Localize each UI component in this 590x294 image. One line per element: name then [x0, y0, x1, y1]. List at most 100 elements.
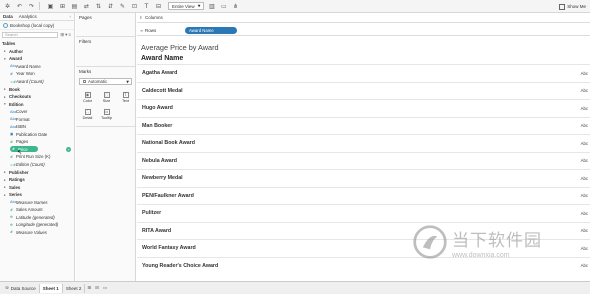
field-item[interactable]: # Price + ↖ — [0, 146, 74, 156]
field-label: Latitude (generated) — [16, 214, 55, 220]
table-item[interactable]: ▸ Sales — [0, 183, 74, 191]
save-icon[interactable]: ▣ — [46, 2, 55, 11]
new-dashboard-icon[interactable]: ⊟ — [95, 286, 99, 291]
new-datasource-icon[interactable]: ⊞ — [58, 2, 67, 11]
table-label: Award — [9, 56, 23, 62]
share-icon[interactable]: ⋔ — [231, 2, 240, 11]
table-item[interactable]: ▸ Publisher — [0, 168, 74, 176]
field-item[interactable]: Abc Measure Names — [0, 198, 74, 206]
new-story-icon[interactable]: ▭ — [103, 286, 107, 291]
cards-column: Pages Filters Marks Automatic ▼ ◉ Color ◌ S… — [76, 13, 136, 281]
tab-analytics[interactable]: Analytics — [16, 13, 40, 20]
field-item[interactable]: # Year Won — [0, 70, 74, 78]
table-item[interactable]: ▸ Ratings — [0, 176, 74, 184]
field-item[interactable]: ⊕ Longitude (generated) — [0, 221, 74, 229]
tab-data[interactable]: Data — [0, 13, 16, 20]
table-row[interactable]: Caldecott Medal Abc — [137, 81, 590, 100]
filters-card[interactable]: Filters — [76, 37, 135, 67]
label-icon[interactable]: T — [142, 2, 151, 11]
rows-pill-award-name[interactable]: Award Name — [185, 27, 237, 34]
table-item[interactable]: ▸ Checkouts — [0, 93, 74, 101]
collapse-icon[interactable]: ‹ — [67, 13, 75, 20]
table-row[interactable]: National Book Award Abc — [137, 134, 590, 152]
field-item[interactable]: Abc Award Name — [0, 63, 74, 71]
field-item[interactable]: ⊕ Latitude (generated) — [0, 214, 74, 222]
table-item[interactable]: ▾ Award — [0, 55, 74, 63]
sort-desc-icon[interactable]: ⇵ — [106, 2, 115, 11]
field-label: Pages — [16, 139, 29, 145]
field-item[interactable]: # Print Run Size (K) — [0, 153, 74, 161]
table-row[interactable]: PEN/Faulkner Award Abc — [137, 186, 590, 205]
marks-tooltip-button[interactable]: ▭ Tooltip — [99, 107, 114, 121]
logo-icon[interactable]: ✲ — [3, 2, 12, 11]
row-header: Hugo Award — [142, 105, 173, 112]
marks-color-button[interactable]: ◉ Color — [80, 90, 95, 104]
show-me-button[interactable]: Show Me — [559, 2, 586, 11]
field-item[interactable]: Abc Format — [0, 115, 74, 123]
field-item[interactable]: Abc Cover — [0, 108, 74, 116]
search-input[interactable]: Search — [2, 31, 59, 38]
field-item[interactable]: Abc ISBN — [0, 123, 74, 131]
group-icon[interactable]: ⊡ — [130, 2, 139, 11]
table-item[interactable]: ▾ Edition — [0, 100, 74, 108]
tab-data-source[interactable]: ⊚ Data Source — [0, 283, 40, 293]
marks-size-button[interactable]: ◌ Size — [99, 90, 114, 104]
watermark: 当下软件园 www.downxia.com — [412, 224, 542, 260]
fit-dropdown[interactable]: Entire View ▼ — [168, 2, 205, 10]
undo-icon[interactable]: ↶ — [15, 2, 24, 11]
table-row[interactable]: Nebula Award Abc — [137, 151, 590, 170]
table-item[interactable]: ▸ Author — [0, 48, 74, 56]
redo-icon[interactable]: ↷ — [27, 2, 36, 11]
fix-axes-icon[interactable]: ⊟ — [154, 2, 163, 11]
sort-asc-icon[interactable]: ⇅ — [94, 2, 103, 11]
rows-shelf-label: Rows — [145, 28, 157, 33]
table-label: Publisher — [9, 169, 29, 175]
table-item[interactable]: ▸ Book — [0, 85, 74, 93]
view-title: Average Price by Award — [141, 43, 219, 52]
table-label: Author — [9, 48, 24, 54]
presentation-icon[interactable]: ▭ — [219, 2, 228, 11]
show-me-label: Show Me — [567, 4, 586, 9]
column-header[interactable]: Award Name — [141, 55, 183, 62]
tooltip-icon: ▭ — [103, 108, 110, 115]
table-item[interactable]: ▸ Series — [0, 191, 74, 199]
status-bar: ⊚ Data Source Sheet 1 Sheet 2 ⊞ ⊟ ▭ — [0, 281, 590, 294]
field-item[interactable]: # Pages — [0, 138, 74, 146]
columns-shelf[interactable]: ⦀ Columns — [137, 13, 590, 23]
placeholder-cell: Abc — [580, 158, 588, 164]
field-item[interactable]: =# Award (Count) — [0, 78, 74, 86]
marks-detail-button[interactable]: ∴ Detail — [80, 107, 95, 121]
table-row[interactable]: Man Booker Abc — [137, 116, 590, 135]
swap-icon[interactable]: ⇄ — [82, 2, 91, 11]
table-row[interactable]: Agatha Award Abc — [137, 64, 590, 82]
field-item[interactable]: =# Edition (Count) — [0, 161, 74, 169]
table-row[interactable]: Newberry Medal Abc — [137, 169, 590, 187]
new-sheet-icon[interactable]: ⊞ — [87, 286, 91, 291]
rows-shelf[interactable]: ≡ Rows Award Name — [137, 26, 590, 36]
table-label: Ratings — [9, 177, 25, 183]
row-header: Pulitzer — [142, 210, 162, 217]
marks-text-button[interactable]: T Text — [118, 90, 133, 104]
data-source-item[interactable]: Bookshop (local copy) — [0, 21, 74, 30]
filter-icon[interactable]: ⊞▾≡ — [60, 32, 72, 38]
field-item[interactable]: # Sales Amount — [0, 206, 74, 214]
highlight-icon[interactable]: ✎ — [118, 2, 127, 11]
database-icon: ⊚ — [5, 285, 9, 291]
card-icon[interactable]: ▥ — [207, 2, 216, 11]
field-label: Award (Count) — [16, 79, 44, 84]
row-header: Man Booker — [142, 122, 173, 129]
pages-card[interactable]: Pages — [76, 13, 135, 37]
table-label: Edition — [9, 101, 24, 107]
field-item[interactable]: # Measure Values — [0, 229, 74, 237]
tab-sheet-2[interactable]: Sheet 2 — [63, 283, 86, 293]
marks-type-dropdown[interactable]: Automatic ▼ — [79, 78, 132, 85]
field-item[interactable]: ▣ Publication Date — [0, 131, 74, 139]
table-row[interactable]: Hugo Award Abc — [137, 99, 590, 117]
marks-button-label: Tooltip — [101, 115, 112, 120]
tab-sheet-1[interactable]: Sheet 1 — [39, 283, 63, 293]
dragging-field-pill[interactable]: # Price — [10, 146, 38, 153]
table-row[interactable]: Pulitzer Abc — [137, 204, 590, 222]
new-sheet-icon[interactable]: ▤ — [70, 2, 79, 11]
placeholder-cell: Abc — [580, 228, 588, 234]
section-header[interactable]: Tables — [0, 40, 74, 48]
